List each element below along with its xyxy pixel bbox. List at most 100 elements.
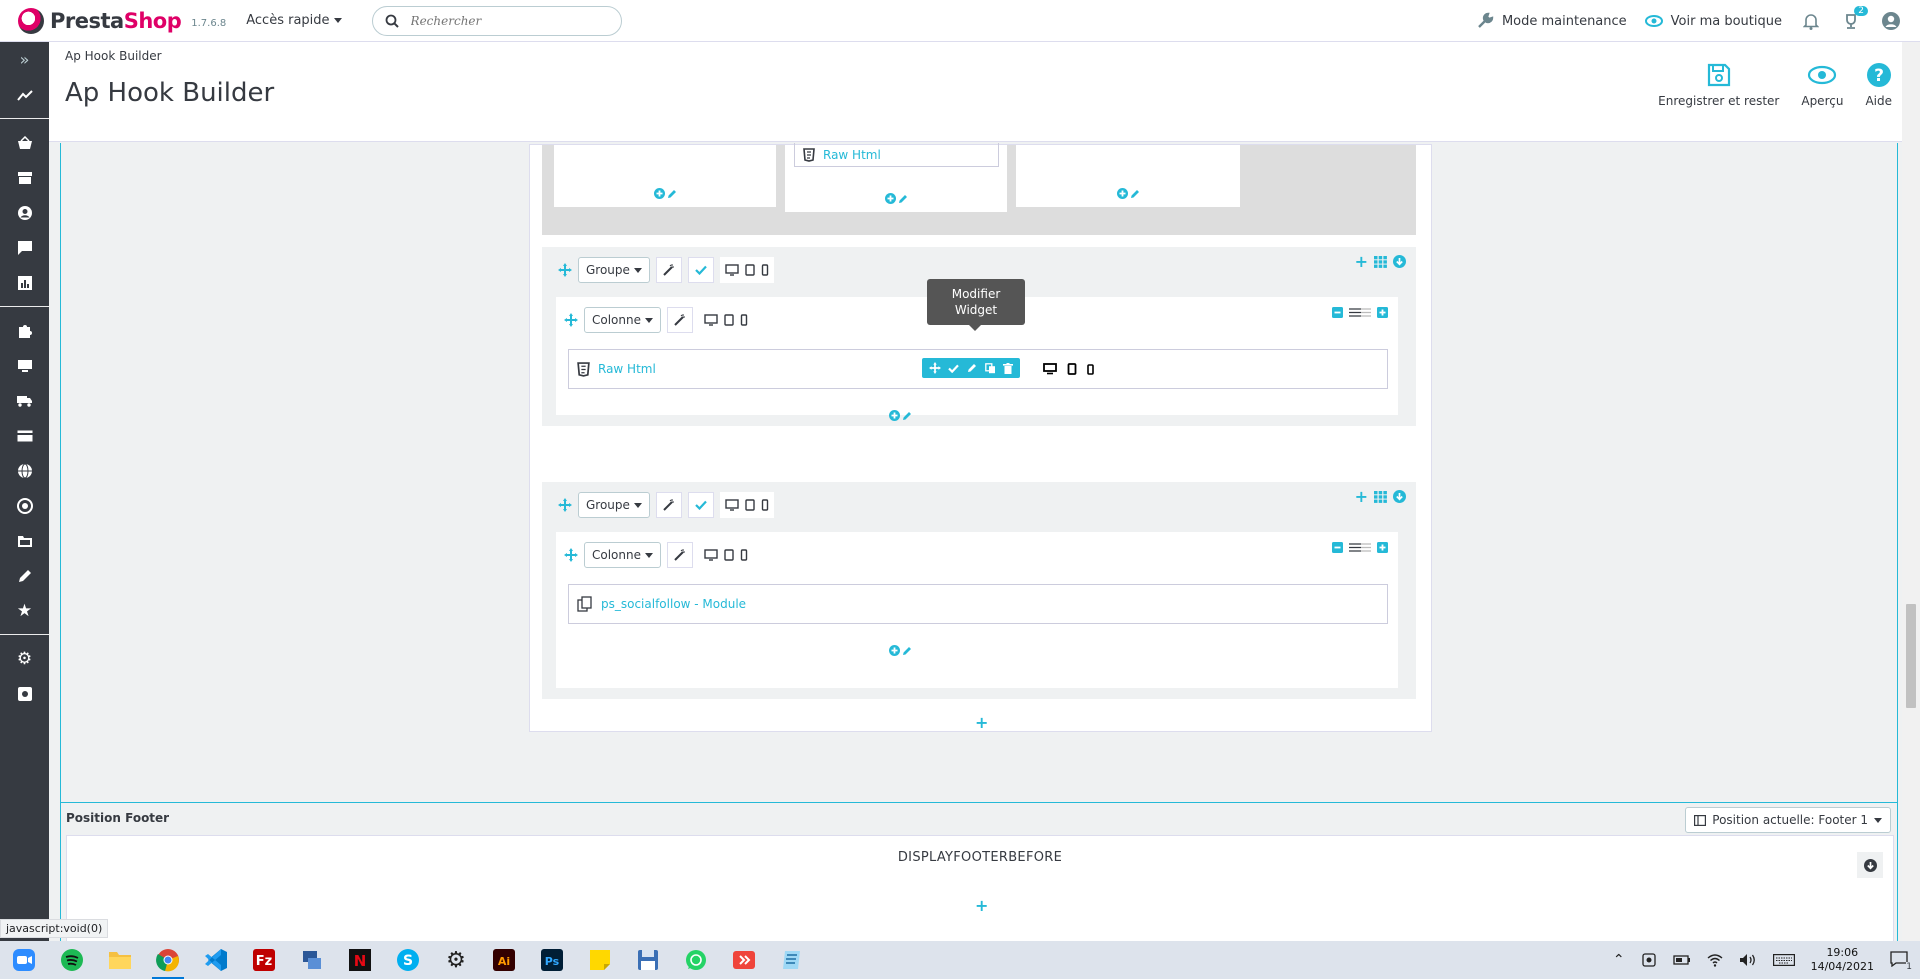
sidebar-item-stats[interactable] <box>0 265 49 300</box>
taskbar-settings[interactable]: ⚙ <box>432 941 480 979</box>
magic-wand-button[interactable] <box>655 257 682 283</box>
volume-icon[interactable] <box>1739 953 1757 967</box>
quick-access-menu[interactable]: Accès rapide <box>246 13 342 28</box>
save-and-stay-button[interactable]: Enregistrer et rester <box>1658 62 1779 108</box>
plus-circle-icon[interactable] <box>1117 188 1128 199</box>
taskbar-spotify[interactable] <box>48 941 96 979</box>
sidebar-item-orders[interactable] <box>0 125 49 160</box>
magic-wand-button[interactable] <box>667 542 693 568</box>
sidebar-item-messages[interactable] <box>0 230 49 265</box>
check-button[interactable] <box>687 492 714 518</box>
tablet-icon[interactable] <box>724 314 734 326</box>
trash-icon[interactable] <box>1003 362 1014 374</box>
add-widget-controls[interactable] <box>1117 188 1140 199</box>
widget-link[interactable]: Raw Html <box>598 362 656 376</box>
battery-icon[interactable] <box>1672 954 1691 966</box>
widget-link[interactable]: ps_socialfollow - Module <box>601 597 746 611</box>
desktop-icon[interactable] <box>725 264 739 276</box>
tablet-icon[interactable] <box>1067 363 1077 375</box>
plus-square-icon[interactable] <box>1377 542 1388 553</box>
sidebar-item-international[interactable] <box>0 453 49 488</box>
add-widget-controls[interactable] <box>654 188 677 199</box>
move-icon[interactable] <box>564 313 578 327</box>
arrow-circle-down-icon[interactable] <box>1393 255 1406 268</box>
sidebar-item-payment[interactable] <box>0 418 49 453</box>
maintenance-link[interactable]: Mode maintenance <box>1476 12 1627 30</box>
sidebar-item-advanced[interactable] <box>0 676 49 711</box>
taskbar-filezilla[interactable]: Fz <box>240 941 288 979</box>
plus-circle-icon[interactable] <box>885 193 896 204</box>
add-group-icon[interactable]: + <box>975 713 988 732</box>
scrollbar-thumb[interactable] <box>1906 604 1916 708</box>
pencil-icon[interactable] <box>667 189 677 199</box>
taskbar-zoom[interactable] <box>0 941 48 979</box>
list-icon[interactable] <box>1349 543 1371 552</box>
add-widget-controls[interactable] <box>889 410 912 421</box>
copy-icon[interactable] <box>984 362 996 374</box>
taskbar-anydesk[interactable] <box>720 941 768 979</box>
pencil-icon[interactable] <box>902 411 912 421</box>
move-icon[interactable] <box>558 263 572 277</box>
move-icon[interactable] <box>928 362 941 374</box>
pencil-icon[interactable] <box>902 646 912 656</box>
chevron-up-icon[interactable]: ⌃ <box>1613 952 1625 968</box>
arrow-circle-down-icon[interactable] <box>1393 490 1406 503</box>
sidebar-item-catalog[interactable] <box>0 160 49 195</box>
sidebar-item-favorites[interactable]: ★ <box>0 593 49 628</box>
taskbar-whatsapp[interactable] <box>672 941 720 979</box>
taskbar-illustrator[interactable]: Ai <box>480 941 528 979</box>
tablet-icon[interactable] <box>745 264 755 276</box>
clock[interactable]: 19:06 14/04/2021 <box>1811 946 1874 974</box>
notification-center-button[interactable]: 1 <box>1890 950 1912 972</box>
prestashop-logo[interactable]: PrestaShop 1.7.6.8 <box>18 7 226 34</box>
add-column-icon[interactable]: + <box>1355 488 1368 504</box>
plus-circle-icon[interactable] <box>889 645 900 656</box>
desktop-icon[interactable] <box>704 314 718 326</box>
search-input[interactable] <box>410 13 591 28</box>
magic-wand-button[interactable] <box>667 307 693 333</box>
magic-wand-button[interactable] <box>655 492 682 518</box>
tablet-icon[interactable] <box>745 499 755 511</box>
page-scrollbar[interactable] <box>1902 42 1920 941</box>
group-dropdown[interactable]: Groupe <box>578 492 650 518</box>
position-select[interactable]: Position actuelle: Footer 1 <box>1685 807 1891 833</box>
move-icon[interactable] <box>564 548 578 562</box>
plus-circle-icon[interactable] <box>654 188 665 199</box>
collapse-hook-button[interactable] <box>1857 852 1883 878</box>
phone-icon[interactable] <box>740 314 748 326</box>
notifications-button[interactable] <box>1800 10 1822 32</box>
sidebar-item-settings[interactable]: ⚙ <box>0 641 49 676</box>
preview-button[interactable]: Aperçu <box>1801 62 1843 108</box>
taskbar-vscode[interactable] <box>192 941 240 979</box>
sidebar-item-shipping[interactable] <box>0 383 49 418</box>
desktop-icon[interactable] <box>704 549 718 561</box>
taskbar-skype[interactable]: S <box>384 941 432 979</box>
taskbar-photoshop[interactable]: Ps <box>528 941 576 979</box>
check-icon[interactable] <box>948 364 960 373</box>
add-group-icon[interactable]: + <box>975 896 988 915</box>
taskbar-app-network[interactable] <box>288 941 336 979</box>
grid-icon[interactable] <box>1374 255 1387 268</box>
phone-icon[interactable] <box>1087 363 1094 375</box>
move-icon[interactable] <box>558 498 572 512</box>
add-column-icon[interactable]: + <box>1355 253 1368 269</box>
taskbar-file-explorer[interactable] <box>96 941 144 979</box>
phone-icon[interactable] <box>761 499 769 511</box>
taskbar-netflix[interactable]: N <box>336 941 384 979</box>
desktop-icon[interactable] <box>725 499 739 511</box>
plus-circle-icon[interactable] <box>889 410 900 421</box>
help-button[interactable]: ? Aide <box>1865 62 1892 108</box>
list-icon[interactable] <box>1349 308 1371 317</box>
sidebar-item-design[interactable] <box>0 348 49 383</box>
sidebar-item-edit[interactable] <box>0 558 49 593</box>
desktop-icon[interactable] <box>1043 363 1057 375</box>
view-shop-link[interactable]: Voir ma boutique <box>1644 14 1782 29</box>
sidebar-item-dashboard[interactable] <box>0 77 49 112</box>
plus-square-icon[interactable] <box>1377 307 1388 318</box>
sidebar-item-modules[interactable] <box>0 313 49 348</box>
minus-square-icon[interactable] <box>1332 307 1343 318</box>
column-dropdown[interactable]: Colonne <box>584 307 661 333</box>
orders-button[interactable]: 2 <box>1840 6 1868 32</box>
check-button[interactable] <box>687 257 714 283</box>
add-widget-controls[interactable] <box>885 193 908 204</box>
